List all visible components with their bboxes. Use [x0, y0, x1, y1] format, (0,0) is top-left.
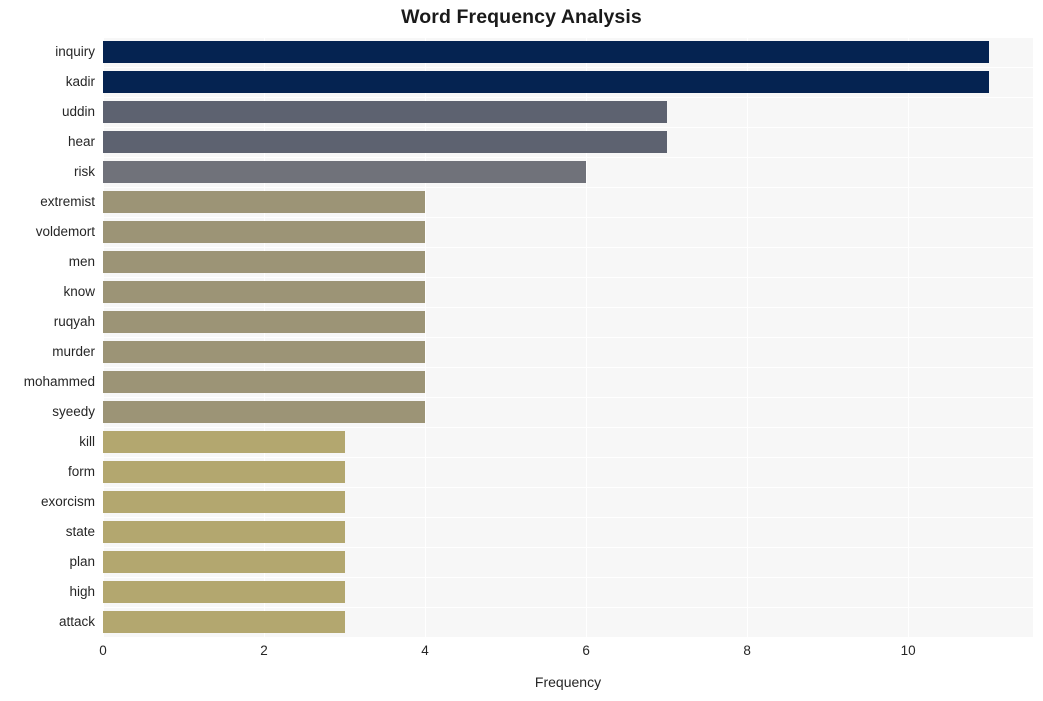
gridline-horizontal [103, 517, 1033, 518]
y-tick-label: uddin [61, 104, 95, 119]
y-tick-label: murder [52, 344, 95, 359]
gridline-horizontal [103, 97, 1033, 98]
gridline-horizontal [103, 457, 1033, 458]
x-axis-label: Frequency [534, 674, 602, 690]
x-tick-label: 6 [582, 643, 590, 658]
bar [103, 101, 667, 123]
bar [103, 221, 426, 243]
y-tick-label: state [65, 524, 95, 539]
y-tick-label: inquiry [55, 44, 95, 59]
x-tick-label: 4 [421, 643, 429, 658]
bar [103, 581, 345, 603]
gridline-horizontal [103, 157, 1033, 158]
y-tick-label: plan [69, 554, 95, 569]
y-tick-label: kadir [65, 74, 95, 89]
gridline-horizontal [103, 277, 1033, 278]
bar [103, 251, 426, 273]
bar [103, 491, 345, 513]
gridline-horizontal [103, 307, 1033, 308]
y-tick-label: kill [79, 434, 95, 449]
gridline-horizontal [103, 247, 1033, 248]
bar [103, 281, 426, 303]
gridline-horizontal [103, 217, 1033, 218]
bar [103, 131, 667, 153]
y-tick-label: risk [74, 164, 95, 179]
bar [103, 161, 587, 183]
y-tick-label: syeedy [52, 404, 95, 419]
bar [103, 551, 345, 573]
bar [103, 521, 345, 543]
gridline-horizontal [103, 367, 1033, 368]
y-tick-label: know [63, 284, 95, 299]
gridline-horizontal [103, 67, 1033, 68]
bar [103, 41, 989, 63]
bar [103, 311, 426, 333]
y-tick-label: mohammed [23, 374, 95, 389]
gridline-horizontal [103, 427, 1033, 428]
y-tick-label: voldemort [35, 224, 95, 239]
bar [103, 341, 426, 363]
y-tick-label: men [68, 254, 95, 269]
gridline-horizontal [103, 37, 1033, 38]
bar [103, 461, 345, 483]
y-tick-label: ruqyah [53, 314, 95, 329]
gridline-horizontal [103, 487, 1033, 488]
y-tick-label: exorcism [40, 494, 95, 509]
bar [103, 71, 989, 93]
y-tick-label: extremist [40, 194, 95, 209]
gridline-horizontal [103, 397, 1033, 398]
chart-title: Word Frequency Analysis [401, 6, 642, 28]
y-tick-label: attack [58, 614, 95, 629]
plot-area [103, 37, 1033, 637]
gridline-horizontal [103, 187, 1033, 188]
x-tick-label: 10 [900, 643, 916, 658]
y-axis-tick-labels: inquiry kadir uddin hear risk extremist voldem… [0, 37, 95, 637]
y-tick-label: form [68, 464, 95, 479]
bar [103, 401, 426, 423]
bar [103, 611, 345, 633]
y-tick-label: high [69, 584, 95, 599]
gridline-horizontal [103, 607, 1033, 608]
gridline-horizontal [103, 547, 1033, 548]
gridline-horizontal [103, 577, 1033, 578]
x-tick-label: 8 [743, 643, 751, 658]
bar [103, 191, 426, 213]
y-tick-label: hear [67, 134, 95, 149]
gridline-horizontal [103, 127, 1033, 128]
bar [103, 371, 426, 393]
x-tick-label: 2 [260, 643, 268, 658]
x-tick-label: 0 [99, 643, 107, 658]
gridline-horizontal [103, 337, 1033, 338]
x-axis-tick-labels: 0 2 4 6 8 10 [99, 637, 1033, 667]
chart-figure: Word Frequency Analysis inquiry kadir uddi… [0, 0, 1043, 701]
bar [103, 431, 345, 453]
